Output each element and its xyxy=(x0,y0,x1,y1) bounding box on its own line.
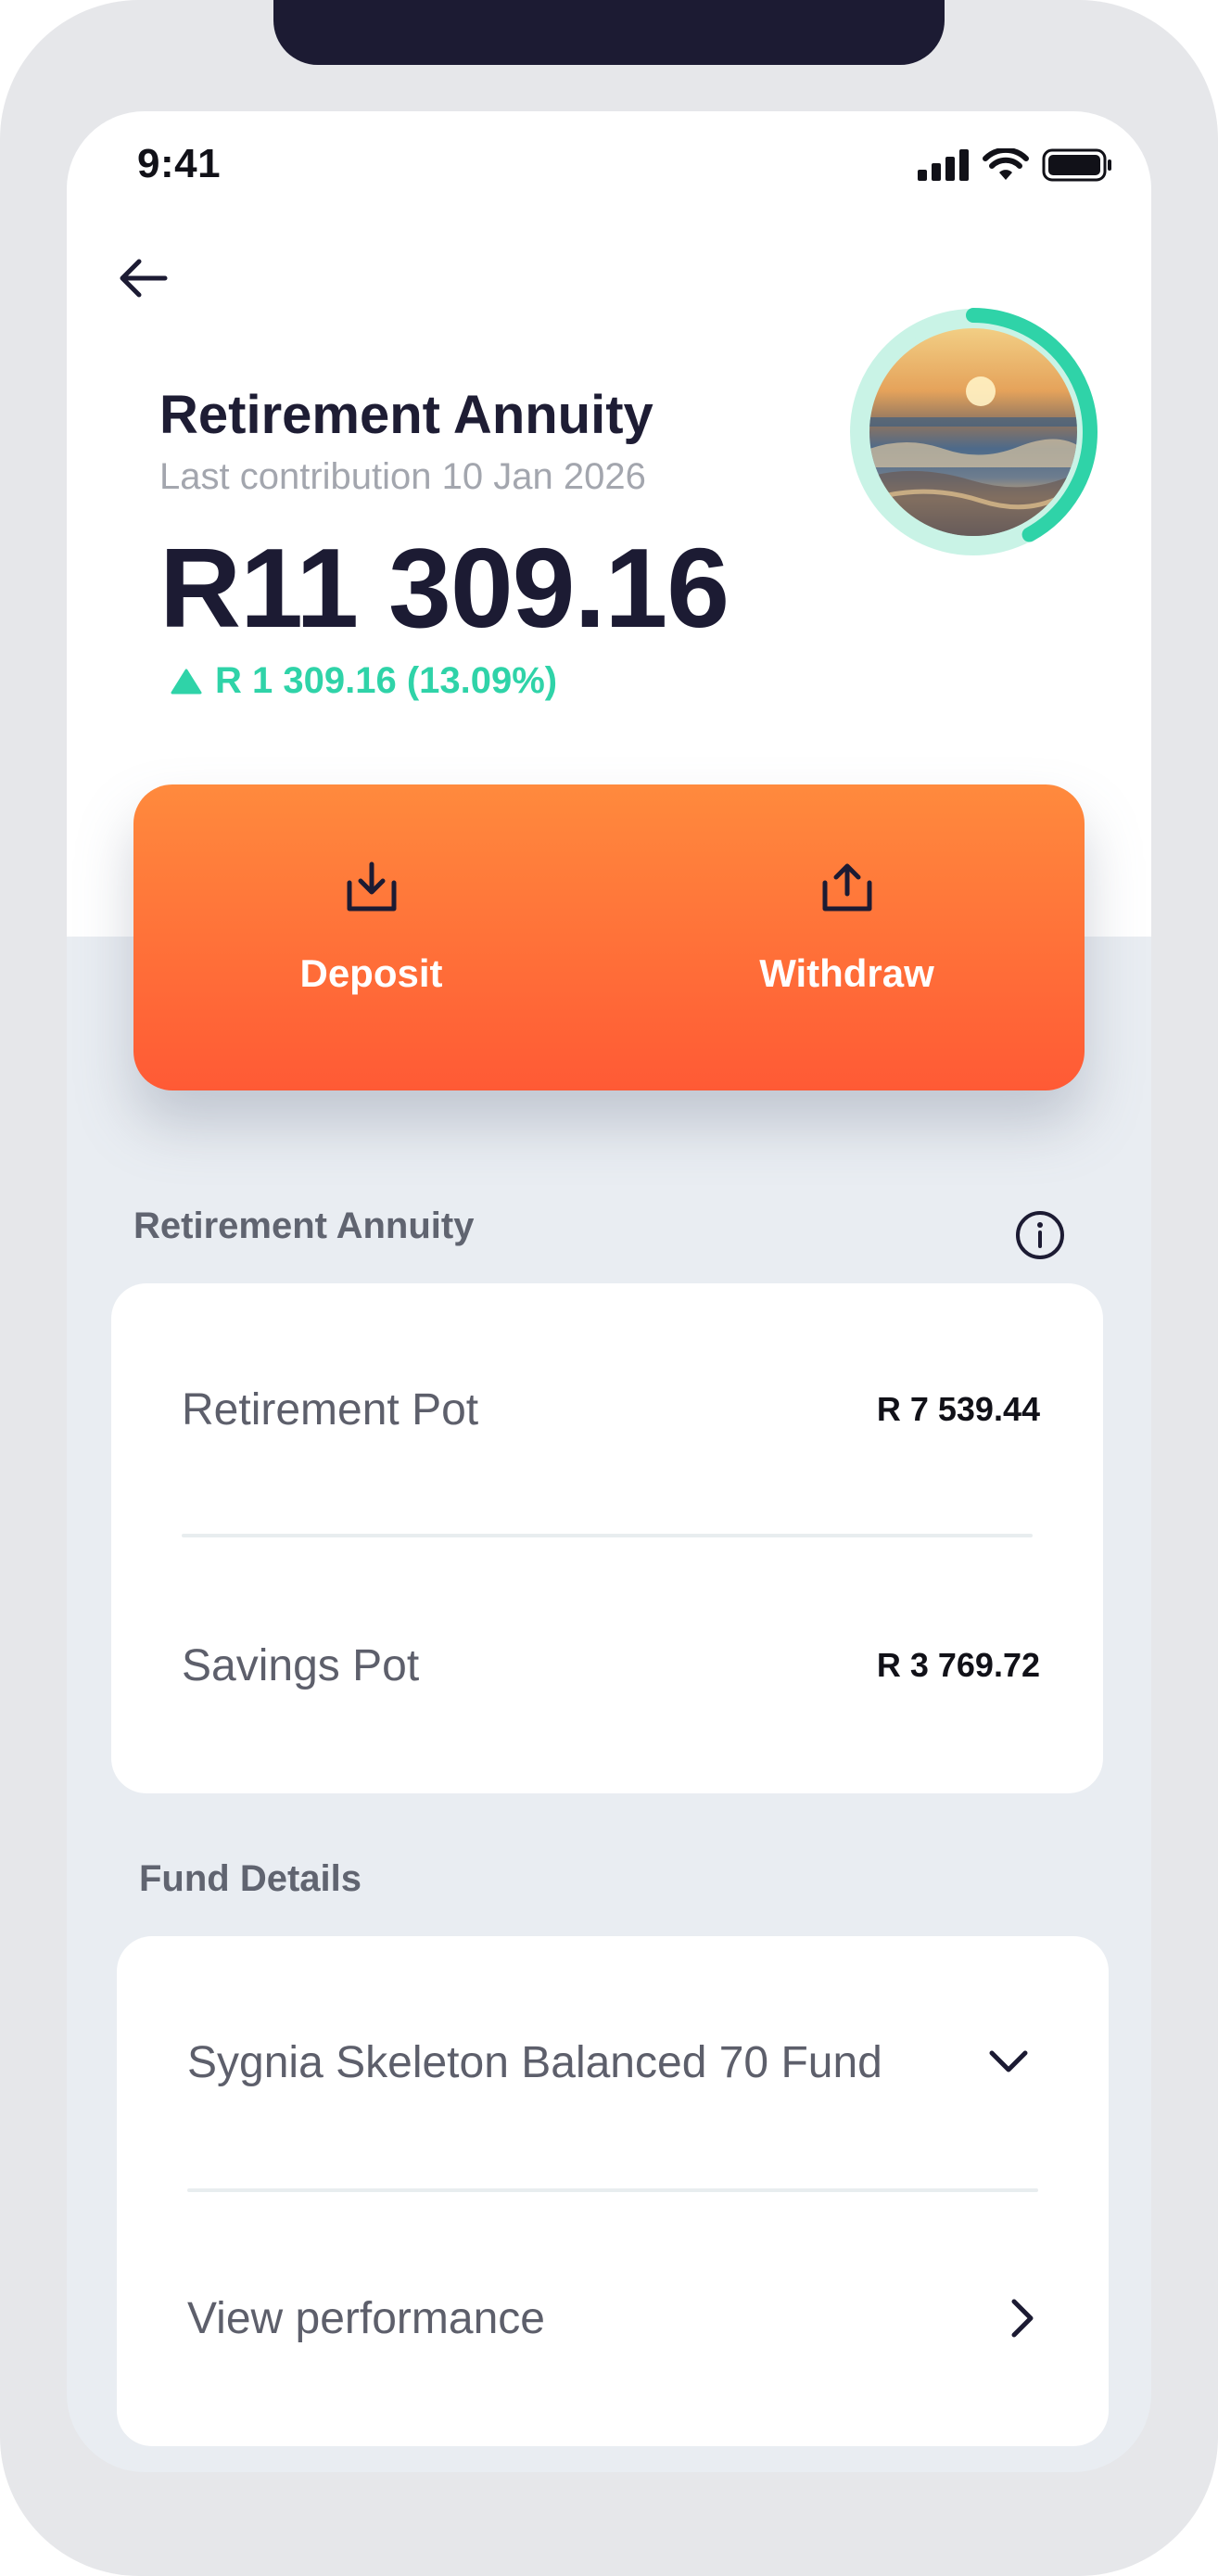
chevron-down-icon xyxy=(989,2050,1028,2072)
view-performance-label: View performance xyxy=(187,2293,545,2343)
goal-progress-ring[interactable] xyxy=(845,304,1101,560)
fund-divider xyxy=(187,2188,1038,2192)
savings-pot-row[interactable]: Savings Pot R 3 769.72 xyxy=(111,1628,1103,1702)
app-screen: 9:41 Retirement Annuity Last contributio… xyxy=(67,111,1151,2472)
download-tray-icon xyxy=(347,861,396,912)
expand-toggle[interactable] xyxy=(983,2036,1034,2088)
device-notch xyxy=(273,0,945,65)
phone-frame: 9:41 Retirement Annuity Last contributio… xyxy=(0,0,1218,2576)
retirement-pot-value: R 7 539.44 xyxy=(876,1390,1040,1428)
annuity-section-label: Retirement Annuity xyxy=(133,1205,475,1246)
savings-pot-label: Savings Pot xyxy=(182,1640,420,1690)
pots-card: Retirement Pot R 7 539.44 Savings Pot R … xyxy=(111,1283,1103,1793)
balance-change-text: R 1 309.16 (13.09%) xyxy=(215,660,558,701)
retirement-pot-label: Retirement Pot xyxy=(182,1384,479,1435)
fund-name-row[interactable]: Sygnia Skeleton Balanced 70 Fund xyxy=(117,2025,1109,2099)
last-contribution-text: Last contribution 10 Jan 2026 xyxy=(159,456,646,497)
withdraw-label: Withdraw xyxy=(759,951,934,995)
action-card: Deposit Withdraw xyxy=(133,784,1085,1090)
fund-name-label: Sygnia Skeleton Balanced 70 Fund xyxy=(187,2037,882,2087)
info-circle-icon xyxy=(1016,1211,1064,1259)
balance-amount: R11 309.16 xyxy=(159,525,730,651)
withdraw-button[interactable]: Withdraw xyxy=(609,784,1085,1090)
status-time: 9:41 xyxy=(137,141,222,186)
arrow-left-icon xyxy=(120,259,168,298)
retirement-pot-row[interactable]: Retirement Pot R 7 539.44 xyxy=(111,1372,1103,1447)
savings-pot-value: R 3 769.72 xyxy=(876,1646,1040,1684)
fund-card: Sygnia Skeleton Balanced 70 Fund View pe… xyxy=(117,1936,1109,2446)
upload-tray-icon xyxy=(822,863,871,912)
wifi-icon xyxy=(983,148,1029,180)
info-button[interactable] xyxy=(1012,1207,1068,1263)
pots-divider xyxy=(182,1534,1033,1537)
back-button[interactable] xyxy=(106,241,180,315)
chevron-right-icon xyxy=(1011,2299,1034,2338)
cellular-signal-icon xyxy=(918,149,969,181)
status-icons xyxy=(918,148,1112,182)
fund-section-label: Fund Details xyxy=(139,1858,362,1899)
triangle-up-icon xyxy=(171,669,202,694)
page-title: Retirement Annuity xyxy=(159,385,653,445)
goal-photo xyxy=(869,328,1077,536)
deposit-button[interactable]: Deposit xyxy=(133,784,609,1090)
deposit-label: Deposit xyxy=(299,951,443,995)
sunset-ocean-image xyxy=(869,376,1077,536)
balance-change: R 1 309.16 (13.09%) xyxy=(171,660,557,702)
navigate-arrow[interactable] xyxy=(997,2292,1049,2344)
view-performance-row[interactable]: View performance xyxy=(117,2281,1109,2355)
battery-icon xyxy=(1042,148,1111,182)
